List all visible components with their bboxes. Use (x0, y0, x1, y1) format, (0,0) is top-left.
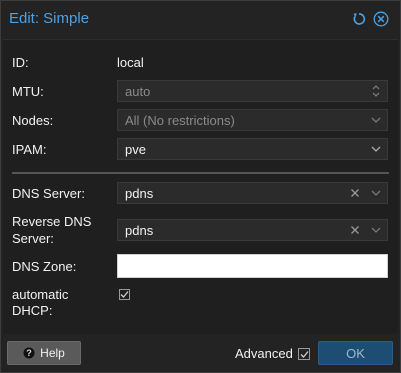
checkmark-icon (120, 291, 129, 298)
advanced-label: Advanced (235, 346, 293, 361)
chevron-down-icon (370, 113, 382, 127)
reverse-dns-row: Reverse DNS Server: pdns (3, 213, 398, 249)
auto-dhcp-label-line1: automatic (12, 287, 69, 302)
reverse-dns-select[interactable]: pdns (117, 219, 388, 241)
dns-server-label: DNS Server: (12, 186, 85, 201)
nodes-row: Nodes: All (No restrictions) (3, 109, 398, 133)
checkmark-icon (300, 350, 309, 358)
chevron-down-icon[interactable] (370, 186, 382, 200)
ipam-value: pve (125, 142, 146, 157)
ipam-select[interactable]: pve (117, 138, 388, 160)
nodes-select: All (No restrictions) (117, 109, 388, 131)
edit-dialog: Edit: Simple ID: local MTU: auto Nodes: … (0, 0, 401, 373)
ok-button[interactable]: OK (318, 341, 393, 365)
auto-dhcp-row: automatic DHCP: (3, 287, 398, 321)
dialog-header: Edit: Simple (1, 1, 400, 37)
dns-zone-input[interactable] (117, 254, 388, 278)
id-value: local (117, 55, 144, 70)
svg-text:?: ? (26, 348, 32, 358)
mtu-value: auto (125, 84, 151, 99)
mtu-field: auto (117, 80, 388, 102)
form-body: ID: local MTU: auto Nodes: All (No restr… (3, 39, 398, 334)
chevron-down-icon[interactable] (370, 223, 382, 237)
dns-server-value: pdns (125, 186, 154, 201)
clear-icon[interactable] (349, 186, 361, 200)
reverse-dns-label-line2: Server: (12, 231, 54, 246)
nodes-value: All (No restrictions) (125, 113, 235, 128)
nodes-label: Nodes: (12, 113, 54, 128)
dns-zone-label: DNS Zone: (12, 259, 77, 274)
auto-dhcp-label-line2: DHCP: (12, 303, 53, 318)
ipam-label: IPAM: (12, 142, 47, 157)
question-icon: ? (23, 347, 35, 359)
mtu-row: MTU: auto (3, 80, 398, 104)
reset-icon[interactable] (351, 11, 367, 27)
dns-zone-row: DNS Zone: (3, 254, 398, 278)
clear-icon[interactable] (349, 223, 361, 237)
close-icon[interactable] (373, 11, 389, 27)
help-button[interactable]: ? Help (7, 341, 81, 365)
mtu-label: MTU: (12, 84, 44, 99)
help-label: Help (40, 346, 65, 360)
dns-server-row: DNS Server: pdns (3, 182, 398, 206)
section-divider (12, 172, 389, 174)
chevron-down-icon[interactable] (370, 142, 382, 156)
dns-server-select[interactable]: pdns (117, 182, 388, 204)
dialog-footer: ? Help Advanced OK (1, 336, 400, 372)
reverse-dns-label-line1: Reverse DNS (12, 214, 92, 229)
dialog-title: Edit: Simple (9, 10, 90, 27)
ipam-row: IPAM: pve (3, 138, 398, 162)
id-label: ID: (12, 55, 29, 70)
spinner-icon (370, 84, 382, 98)
reverse-dns-value: pdns (125, 223, 154, 238)
ok-label: OK (346, 345, 365, 361)
id-row: ID: local (3, 53, 398, 73)
advanced-checkbox[interactable] (298, 348, 310, 360)
auto-dhcp-checkbox[interactable] (119, 289, 130, 300)
